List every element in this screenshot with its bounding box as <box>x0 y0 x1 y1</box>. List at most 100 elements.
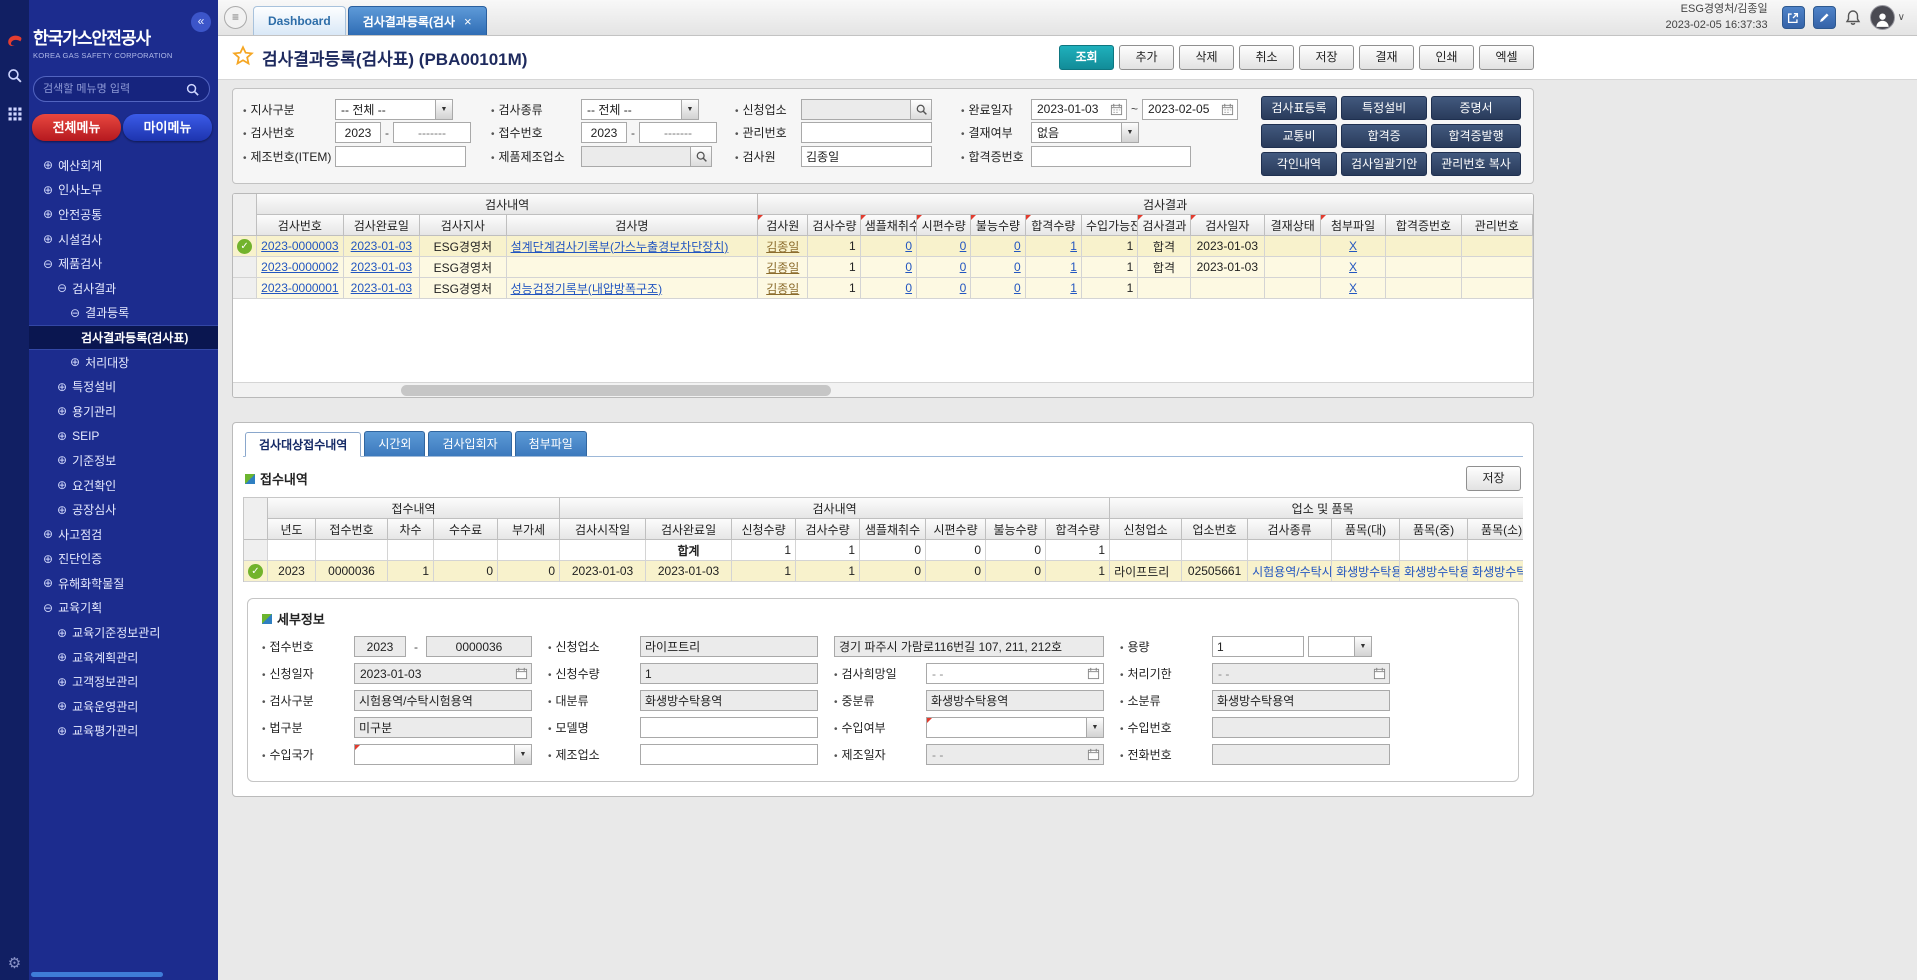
grid-menu-icon[interactable] <box>7 106 23 122</box>
inspection-no-link[interactable]: 2023-0000003 <box>261 239 338 253</box>
complete-date-to[interactable]: 2023-02-05 <box>1142 99 1238 120</box>
import-yn-select[interactable]: ▼ <box>926 717 1104 738</box>
calendar-icon[interactable] <box>515 667 528 680</box>
maker-input[interactable] <box>640 744 818 765</box>
model-name-input[interactable] <box>640 717 818 738</box>
inspection-gubun-input[interactable] <box>354 690 532 711</box>
tab-receipt-list[interactable]: 검사대상접수내역 <box>245 432 361 457</box>
table-row[interactable]: ✓ 2023-0000003 2023-01-03 ESG경영처 설계단계검사기… <box>233 236 1533 257</box>
complete-date-link[interactable]: 2023-01-03 <box>351 260 412 274</box>
inspection-no-seq-input[interactable] <box>393 122 471 143</box>
save-button[interactable]: 저장 <box>1299 45 1354 70</box>
import-country-select[interactable]: ▼ <box>354 744 532 765</box>
inspection-name-link[interactable]: 설계단계검사기록부(가스누출경보차단장치) <box>511 240 729 254</box>
inspector-link[interactable]: 김종일 <box>766 261 799 275</box>
sidebar-item[interactable]: ⊕사고점검 <box>29 522 218 547</box>
sidebar-item[interactable]: ⊕공장심사 <box>29 497 218 522</box>
search-button[interactable]: 조회 <box>1059 45 1114 70</box>
inspector-link[interactable]: 김종일 <box>766 282 799 296</box>
apply-qty-input[interactable] <box>640 663 818 684</box>
horizontal-scrollbar[interactable] <box>233 382 1533 397</box>
sample-link[interactable]: 0 <box>905 239 912 253</box>
sidebar-item[interactable]: ⊕안전공통 <box>29 202 218 227</box>
search-icon[interactable] <box>911 99 932 120</box>
pass-cert-button[interactable]: 합격증 <box>1341 124 1427 148</box>
sidebar-item[interactable]: ⊖제품검사 <box>29 251 218 276</box>
inspection-no-link[interactable]: 2023-0000001 <box>261 281 338 295</box>
pass-cert-issue-button[interactable]: 합격증발행 <box>1431 124 1521 148</box>
category-small-input[interactable] <box>1212 690 1390 711</box>
attachment-link[interactable]: X <box>1349 260 1357 274</box>
apply-date-field[interactable]: 2023-01-03 <box>354 663 532 684</box>
sidebar-item[interactable]: ⊕특정설비 <box>29 374 218 399</box>
sidebar-item[interactable]: ⊕인사노무 <box>29 178 218 203</box>
applicant-shop-input[interactable] <box>801 99 911 120</box>
inspection-kind-select[interactable]: -- 전체 --▼ <box>581 99 699 120</box>
add-button[interactable]: 추가 <box>1119 45 1174 70</box>
receipt-year-input[interactable] <box>354 636 406 657</box>
sidebar-item[interactable]: ⊕교육운영관리 <box>29 694 218 719</box>
sidebar-item[interactable]: ⊕기준정보 <box>29 448 218 473</box>
branch-select[interactable]: -- 전체 --▼ <box>335 99 453 120</box>
sidebar-item[interactable]: ⊕시설검사 <box>29 227 218 252</box>
calendar-icon[interactable] <box>1087 748 1100 761</box>
capacity-input[interactable] <box>1212 636 1304 657</box>
inspection-name-link[interactable]: 성능검정기록부(내압방폭구조) <box>511 282 663 296</box>
hamburger-icon[interactable]: ≡ <box>224 6 247 29</box>
sidebar-scrollbar[interactable] <box>31 972 163 977</box>
tab-witness[interactable]: 검사입회자 <box>428 431 511 456</box>
search-icon[interactable] <box>185 82 200 97</box>
tab-overtime[interactable]: 시간외 <box>364 431 425 456</box>
batch-draft-button[interactable]: 검사일괄기안 <box>1341 152 1427 176</box>
complete-date-link[interactable]: 2023-01-03 <box>351 281 412 295</box>
bell-icon[interactable] <box>1844 9 1862 27</box>
specimen-link[interactable]: 0 <box>960 239 967 253</box>
specimen-link[interactable]: 0 <box>960 281 967 295</box>
special-facility-button[interactable]: 특정설비 <box>1341 96 1427 120</box>
fail-link[interactable]: 0 <box>1014 260 1021 274</box>
excel-button[interactable]: 엑셀 <box>1479 45 1534 70</box>
delete-button[interactable]: 삭제 <box>1179 45 1234 70</box>
pass-link[interactable]: 1 <box>1070 239 1077 253</box>
approval-select[interactable]: 없음▼ <box>1031 122 1139 143</box>
certificate-button[interactable]: 증명서 <box>1431 96 1521 120</box>
gear-icon[interactable]: ⚙ <box>8 954 21 972</box>
complete-date-from[interactable]: 2023-01-03 <box>1031 99 1127 120</box>
calendar-icon[interactable] <box>1373 667 1386 680</box>
sidebar-item[interactable]: ⊕고객정보관리 <box>29 669 218 694</box>
complete-date-link[interactable]: 2023-01-03 <box>351 239 412 253</box>
calendar-icon[interactable] <box>1110 103 1123 116</box>
sidebar-item[interactable]: ⊕교육계획관리 <box>29 645 218 670</box>
save-detail-button[interactable]: 저장 <box>1466 466 1521 491</box>
search-icon[interactable] <box>6 67 23 84</box>
sidebar-item[interactable]: ⊖결과등록 <box>29 301 218 326</box>
sidebar-item[interactable]: ⊕유해화학물질 <box>29 571 218 596</box>
fail-link[interactable]: 0 <box>1014 239 1021 253</box>
inspection-sheet-register-button[interactable]: 검사표등록 <box>1261 96 1337 120</box>
tab-attachments[interactable]: 첨부파일 <box>515 431 587 456</box>
sidebar-item[interactable]: ⊖검사결과 <box>29 276 218 301</box>
make-date-field[interactable]: - - <box>926 744 1104 765</box>
due-date-field[interactable]: - - <box>1212 663 1390 684</box>
inspector-link[interactable]: 김종일 <box>766 240 799 254</box>
management-no-input[interactable] <box>801 122 932 143</box>
shop-input[interactable] <box>640 636 818 657</box>
item-no-input[interactable] <box>335 146 466 167</box>
inspector-input[interactable] <box>801 146 932 167</box>
category-large-input[interactable] <box>640 690 818 711</box>
inspection-no-year-input[interactable] <box>335 122 381 143</box>
edit-icon[interactable] <box>1813 6 1836 29</box>
my-menu-button[interactable]: 마이메뉴 <box>123 114 212 141</box>
sidebar-item[interactable]: ⊕요건확인 <box>29 473 218 498</box>
sample-link[interactable]: 0 <box>905 260 912 274</box>
table-row[interactable]: 2023-0000001 2023-01-03 ESG경영처 성능검정기록부(내… <box>233 278 1533 299</box>
sidebar-item[interactable]: ⊕교육기준정보관리 <box>29 620 218 645</box>
favorite-star-icon[interactable] <box>232 45 254 70</box>
category-mid-input[interactable] <box>926 690 1104 711</box>
sample-link[interactable]: 0 <box>905 281 912 295</box>
cancel-button[interactable]: 취소 <box>1239 45 1294 70</box>
shop-address-input[interactable] <box>834 636 1104 657</box>
sidebar-item[interactable]: ⊕진단인증 <box>29 547 218 572</box>
sidebar-item[interactable]: ⊕SEIP <box>29 424 218 449</box>
law-gubun-input[interactable] <box>354 717 532 738</box>
